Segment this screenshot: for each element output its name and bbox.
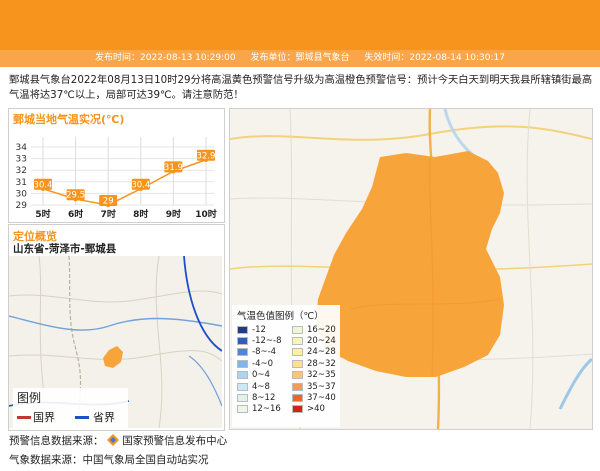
legend-item: 16~20 — [292, 324, 342, 335]
x-tick-label: 7时 — [101, 208, 116, 220]
legend-swatch — [292, 382, 303, 391]
legend-swatch — [237, 382, 248, 391]
x-tick-label: 8时 — [133, 208, 148, 220]
national-border-icon — [17, 416, 31, 419]
y-tick-label: 31 — [16, 178, 27, 188]
legend-swatch — [292, 325, 303, 334]
data-label: 30.4 — [34, 180, 53, 190]
legend-item: 37~40 — [292, 392, 342, 403]
legend-label: -4~0 — [252, 358, 274, 369]
legend-swatch — [292, 371, 303, 380]
legend-swatch — [237, 371, 248, 380]
legend-item: -12 — [237, 324, 292, 335]
publisher: 发布单位：鄄城县气象台 — [250, 53, 350, 63]
temperature-legend-title: 气温色值图例（℃） — [237, 311, 324, 322]
legend-label: 20~24 — [307, 336, 336, 347]
data-label: 29.5 — [66, 191, 85, 201]
y-tick-label: 29 — [16, 201, 28, 211]
legend-item: 32~35 — [292, 370, 342, 381]
legend-item: -8~-4 — [237, 347, 292, 358]
legend-label: -12 — [252, 324, 266, 335]
x-tick-label: 5时 — [35, 208, 50, 220]
y-tick-label: 34 — [16, 143, 28, 153]
legend-swatch — [237, 325, 248, 334]
legend-item: 28~32 — [292, 358, 342, 369]
legend-item: -12~-8 — [237, 335, 292, 346]
legend-label: 4~8 — [252, 381, 270, 392]
warning-source: 预警信息数据来源： 国家预警信息发布中心 — [9, 433, 227, 448]
warning-notice: 鄄城县气象台2022年08月13日10时29分将高温黄色预警信号升级为高温橙色预… — [9, 74, 593, 101]
legend-item: 8~12 — [237, 392, 292, 403]
legend-swatch — [237, 359, 248, 368]
temperature-legend: 气温色值图例（℃） -12 16~20 -12~-8 20~24 -8~-4 24~28 -… — [232, 305, 340, 427]
legend-label: 24~28 — [307, 347, 336, 358]
data-label: 32.9 — [197, 151, 216, 161]
legend-label: -12~-8 — [252, 336, 282, 347]
legend-label: >40 — [307, 404, 325, 415]
legend-item: 24~28 — [292, 347, 342, 358]
data-label: 29 — [103, 197, 114, 207]
weather-source: 气象数据来源：中国气象局全国自动站实况 — [9, 454, 209, 466]
publish-time: 发布时间：2022-08-13 10:29:00 — [95, 53, 236, 63]
provincial-border-icon — [75, 416, 89, 419]
legend-item: -4~0 — [237, 358, 292, 369]
legend-swatch — [292, 359, 303, 368]
legend-swatch — [237, 348, 248, 357]
warning-source-name[interactable]: 国家预警信息发布中心 — [122, 435, 227, 447]
legend-label: 12~16 — [252, 404, 281, 415]
temperature-chart: 34 3332 3130 29 5时 6时 7时 8时 9时 10时 30.4 29.5 29 30.4 3… — [16, 137, 217, 220]
legend-item: 0~4 — [237, 370, 292, 381]
overview-legend-title: 图例 — [17, 391, 42, 405]
legend-label: 0~4 — [252, 370, 270, 381]
data-label: 31.9 — [164, 163, 183, 173]
legend-item: >40 — [292, 404, 342, 415]
legend-swatch — [237, 337, 248, 346]
info-bar: 发布时间：2022-08-13 10:29:00 发布单位：鄄城县气象台 失效时… — [0, 50, 600, 67]
legend-label: 28~32 — [307, 358, 336, 369]
top-banner — [0, 0, 600, 50]
legend-item: 35~37 — [292, 381, 342, 392]
legend-swatch — [292, 405, 303, 414]
warning-source-label: 预警信息数据来源： — [9, 435, 104, 447]
location-path: 山东省-菏泽市-鄄城县 — [13, 243, 117, 255]
legend-label: 32~35 — [307, 370, 336, 381]
x-tick-label: 10时 — [195, 208, 217, 220]
legend-swatch — [237, 394, 248, 403]
legend-label: 37~40 — [307, 393, 336, 404]
location-overview-panel: 定位概览 山东省-菏泽市-鄄城县 图例 国界 省界 — [8, 224, 225, 431]
legend-swatch — [237, 405, 248, 414]
legend-swatch — [292, 337, 303, 346]
provincial-border-label: 省界 — [93, 411, 115, 424]
legend-item: 4~8 — [237, 381, 292, 392]
legend-label: 16~20 — [307, 324, 336, 335]
legend-item: 12~16 — [237, 404, 292, 415]
warning-center-logo-icon — [106, 434, 119, 446]
y-tick-label: 32 — [16, 166, 27, 176]
y-tick-label: 30 — [16, 189, 28, 199]
legend-label: -8~-4 — [252, 347, 277, 358]
y-tick-label: 33 — [16, 155, 27, 165]
legend-label: 35~37 — [307, 381, 336, 392]
legend-swatch — [292, 348, 303, 357]
data-label: 30.4 — [131, 180, 150, 190]
legend-swatch — [292, 394, 303, 403]
legend-label: 8~12 — [252, 393, 276, 404]
expire-time: 失效时间：2022-08-14 10:30:17 — [364, 53, 505, 63]
x-tick-label: 9时 — [166, 208, 181, 220]
legend-item: 20~24 — [292, 335, 342, 346]
temperature-chart-panel: 鄄城当地气温实况(℃) 34 33 32 31 30 29 5时 6时 7时 8时 9时 10时 30.… — [8, 108, 225, 223]
overview-legend: 图例 国界 省界 — [13, 388, 128, 428]
county-map-panel[interactable]: 气温色值图例（℃） -12 16~20 -12~-8 20~24 -8~-4 24~28 -… — [229, 108, 593, 430]
national-border-label: 国界 — [33, 411, 55, 424]
x-tick-label: 6时 — [68, 208, 83, 220]
